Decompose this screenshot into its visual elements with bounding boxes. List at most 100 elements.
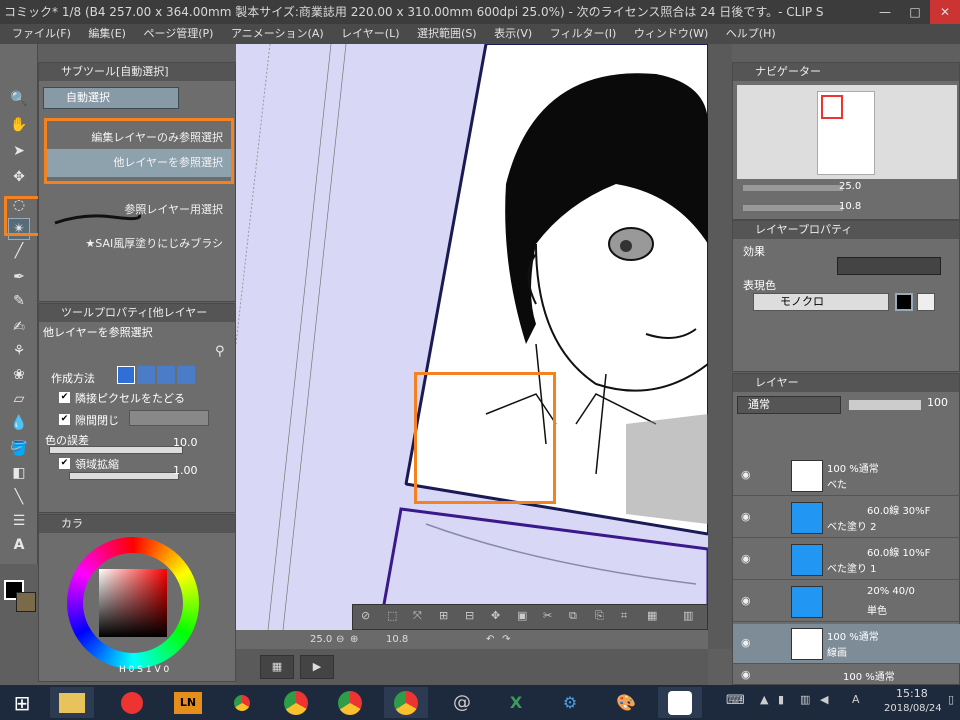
navigator-rotate-slider[interactable] (743, 205, 843, 211)
paint-palette-icon[interactable]: 🎨 (604, 687, 648, 718)
subtool-item-sai-brush[interactable]: ★SAI風厚塗りにじみブラシ (45, 235, 231, 251)
crop-icon[interactable]: ⌗ (621, 609, 627, 623)
airbrush-icon[interactable]: ⚘ (8, 340, 30, 362)
display-color-white-swatch[interactable] (917, 293, 935, 311)
canvas-scrollbar[interactable] (708, 44, 732, 649)
display-color-black-swatch[interactable] (895, 293, 913, 311)
minimize-button[interactable]: — (870, 0, 900, 24)
text-tool-icon[interactable]: A (8, 534, 30, 556)
create-method-intersect-button[interactable] (177, 366, 195, 384)
gap-level-selector[interactable] (129, 410, 209, 426)
paste-icon[interactable]: ⎘ (595, 609, 604, 623)
visibility-eye-icon[interactable]: ◉ (741, 510, 751, 523)
zoom-tool-icon[interactable]: 🔍 (8, 88, 30, 110)
windows-start-icon[interactable]: ⊞ (0, 687, 44, 718)
tray-up-icon[interactable]: ▲ (760, 693, 768, 706)
sync-app-icon[interactable] (110, 687, 154, 718)
rotate-right-icon[interactable]: ↷ (502, 630, 510, 649)
color-tolerance-slider[interactable] (49, 446, 183, 454)
screen-tone-icon[interactable]: ▦ (647, 609, 657, 622)
menu-help[interactable]: ヘルプ(H) (719, 24, 783, 44)
clear-selection-icon[interactable]: ✂ (543, 609, 552, 622)
visibility-eye-icon[interactable]: ◉ (741, 668, 751, 681)
ime-indicator[interactable]: A (852, 693, 860, 706)
operation-tool-icon[interactable]: ➤ (8, 140, 30, 162)
blend-mode-select[interactable]: 通常 (737, 396, 841, 414)
eraser-icon[interactable]: ▱ (8, 388, 30, 410)
eyedropper-icon[interactable]: ╱ (8, 240, 30, 262)
pencil-icon[interactable]: ✎ (8, 290, 30, 312)
clock-date[interactable]: 2018/08/24 (884, 703, 942, 714)
clip-studio-icon[interactable] (658, 687, 702, 718)
chrome-icon[interactable] (328, 687, 372, 718)
visibility-eye-icon[interactable]: ◉ (741, 636, 751, 649)
menu-file[interactable]: ファイル(F) (0, 24, 78, 44)
visibility-eye-icon[interactable]: ◉ (741, 594, 751, 607)
menu-edit[interactable]: 編集(E) (81, 24, 133, 44)
menu-filter[interactable]: フィルター(I) (543, 24, 624, 44)
visibility-eye-icon[interactable]: ◉ (741, 552, 751, 565)
camera-icon[interactable]: ▶ (300, 655, 334, 679)
zoom-in-icon[interactable]: ⊕ (350, 630, 358, 649)
zoom-out-icon[interactable]: ⊖ (336, 630, 344, 649)
maximize-button[interactable]: □ (900, 0, 930, 24)
expand-selection-icon[interactable]: ⊞ (439, 609, 448, 622)
layer-row[interactable]: ◉ 60.0線 30%F ベた塗り 2 (733, 498, 960, 538)
adjacent-checkbox[interactable]: ✔ (59, 392, 70, 403)
volume-icon[interactable]: ◀ (820, 693, 828, 706)
settings-gear-icon[interactable]: ⚙ (548, 687, 592, 718)
timeline-icon[interactable]: ▦ (260, 655, 294, 679)
layer-row-selected[interactable]: ◉ 100 %通常 線画 (733, 624, 960, 664)
menu-page[interactable]: ページ管理(P) (136, 24, 220, 44)
invert-selection-icon[interactable]: ⤧ (413, 609, 422, 623)
move-layer-icon[interactable]: ✥ (8, 166, 30, 188)
network-icon[interactable]: ▥ (800, 693, 810, 706)
chrome-icon[interactable] (274, 687, 318, 718)
subtool-group-tab[interactable]: 自動選択 (43, 87, 179, 109)
create-method-new-button[interactable] (117, 366, 135, 384)
chrome-icon[interactable] (384, 687, 428, 718)
explorer-icon[interactable] (50, 687, 94, 718)
pen-icon[interactable]: ✒ (8, 266, 30, 288)
deselect-icon[interactable]: ⊘ (361, 609, 370, 622)
menu-layer[interactable]: レイヤー(L) (334, 24, 406, 44)
layer-row[interactable]: ◉ 20% 40/0 単色 (733, 582, 960, 622)
navigator-preview[interactable] (737, 85, 957, 179)
brush-icon[interactable]: ✍ (8, 316, 30, 338)
create-method-add-button[interactable] (137, 366, 155, 384)
sub-color-swatch[interactable] (16, 592, 36, 612)
hand-tool-icon[interactable]: ✋ (8, 114, 30, 136)
gap-checkbox[interactable]: ✔ (59, 414, 70, 425)
opacity-slider[interactable] (849, 400, 921, 410)
visibility-eye-icon[interactable]: ◉ (741, 468, 751, 481)
effect-buttons[interactable] (837, 257, 941, 275)
menu-view[interactable]: 表示(V) (487, 24, 539, 44)
menu-selection[interactable]: 選択範囲(S) (410, 24, 484, 44)
shrink-selection-icon[interactable]: ⊟ (465, 609, 474, 622)
chrome-icon[interactable] (220, 687, 264, 718)
saturation-value-square[interactable] (99, 569, 167, 637)
decoration-icon[interactable]: ❀ (8, 364, 30, 386)
menu-animation[interactable]: アニメーション(A) (224, 24, 331, 44)
layer-row[interactable]: ◉ 100 %通常 (733, 666, 960, 686)
transform-icon[interactable]: ✥ (491, 609, 500, 622)
layer-row[interactable]: ◉ 100 %通常 ベた (733, 456, 960, 496)
select-all-icon[interactable]: ⬚ (387, 609, 397, 622)
expand-checkbox[interactable]: ✔ (59, 458, 70, 469)
rotate-left-icon[interactable]: ↶ (486, 630, 494, 649)
ln-app-icon[interactable]: LN (166, 687, 210, 718)
canvas[interactable] (236, 44, 708, 649)
close-button[interactable]: ✕ (930, 0, 960, 24)
clock-time[interactable]: 15:18 (896, 687, 928, 700)
keyboard-icon[interactable]: ⌨ (726, 693, 745, 708)
search-icon[interactable]: ⚲ (215, 344, 225, 359)
blend-icon[interactable]: 💧 (8, 412, 30, 434)
more-icon[interactable]: ▥ (683, 609, 693, 622)
copy-icon[interactable]: ⧉ (569, 609, 577, 623)
create-method-subtract-button[interactable] (157, 366, 175, 384)
expand-slider[interactable] (69, 472, 179, 480)
frame-icon[interactable]: ☰ (8, 510, 30, 532)
layer-row[interactable]: ◉ 60.0線 10%F ベた塗り 1 (733, 540, 960, 580)
spiral-app-icon[interactable]: @ (440, 687, 484, 718)
navigator-zoom-slider[interactable] (743, 185, 843, 191)
